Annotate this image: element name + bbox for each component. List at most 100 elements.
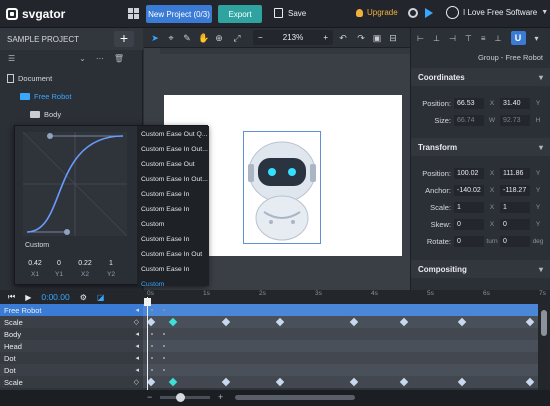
easing-preset-item[interactable]: Custom Ease In Out...	[141, 143, 209, 157]
timeline-track[interactable]	[143, 364, 538, 376]
add-keyframe-icon[interactable]: ◇	[134, 378, 139, 386]
horizontal-scrollbar[interactable]	[235, 395, 355, 400]
keyframe-dot[interactable]	[163, 369, 165, 371]
collapse-icon[interactable]: ⌄	[79, 54, 86, 63]
transform-position-x-input[interactable]: 100.02	[454, 168, 484, 179]
easing-preset-item[interactable]: Custom Ease Out Q...	[141, 128, 209, 142]
keyframe[interactable]	[146, 317, 156, 327]
keyframe-dot[interactable]	[151, 345, 153, 347]
anchor-x-input[interactable]: -140.02	[454, 185, 484, 196]
timeline-row-label[interactable]: Head ◂	[0, 340, 143, 352]
section-coordinates[interactable]: Coordinates ▾	[411, 68, 550, 86]
playhead[interactable]	[147, 297, 148, 390]
section-transform[interactable]: Transform ▾	[411, 138, 550, 156]
easing-preset-item[interactable]: Custom Ease In	[141, 233, 209, 247]
delete-icon[interactable]: 🗑	[114, 54, 124, 63]
timeline-row-label[interactable]: Scale ◇	[0, 316, 143, 328]
keyframe[interactable]	[399, 317, 409, 327]
size-w-input[interactable]: 66.74	[454, 115, 484, 126]
keyframe[interactable]	[221, 317, 231, 327]
group-icon[interactable]: ▣	[372, 33, 382, 43]
add-keyframe-icon[interactable]: ◇	[134, 318, 139, 326]
fit-screen-icon[interactable]: ⤢	[232, 33, 242, 43]
y2-value[interactable]: 1	[99, 260, 123, 267]
expand-arrow-icon[interactable]: ◂	[135, 366, 139, 374]
align-middle-icon[interactable]: ≡	[481, 34, 486, 43]
redo-icon[interactable]: ↷	[356, 33, 366, 43]
timeline-track[interactable]	[143, 328, 538, 340]
keyframe-dot[interactable]	[163, 309, 165, 311]
timeline-zoom-slider[interactable]	[160, 396, 210, 399]
playhead-handle[interactable]	[144, 298, 151, 306]
align-center-icon[interactable]: ⊥	[433, 34, 440, 43]
save-button[interactable]: Save	[274, 8, 306, 18]
easing-icon[interactable]: ◪	[97, 293, 105, 302]
robot-artwork[interactable]	[243, 131, 321, 244]
timeline-zoom-handle[interactable]	[176, 393, 185, 402]
expand-arrow-icon[interactable]: ◂	[135, 354, 139, 362]
expand-arrow-icon[interactable]: ◂	[135, 330, 139, 338]
new-project-button[interactable]: New Project (0/3)	[146, 5, 212, 23]
position-x-input[interactable]: 66.53	[454, 98, 484, 109]
keyframe[interactable]	[525, 317, 535, 327]
timeline-track[interactable]	[143, 340, 538, 352]
timeline-zoom-in-icon[interactable]: +	[218, 392, 223, 402]
x1-value[interactable]: 0.42	[23, 260, 47, 267]
timeline-settings-icon[interactable]: ⚙	[80, 293, 87, 302]
zoom-in-button[interactable]: +	[323, 33, 328, 42]
tree-item-free-robot[interactable]: Free Robot	[0, 88, 143, 104]
pen-tool-icon[interactable]: ✎	[182, 33, 192, 43]
easing-preset-item[interactable]: Custom	[141, 218, 209, 232]
timeline-track[interactable]	[143, 352, 538, 364]
keyframe-dot[interactable]	[151, 357, 153, 359]
position-y-input[interactable]: 31.40	[500, 98, 530, 109]
timeline-track[interactable]	[143, 376, 538, 388]
keyframe-dot[interactable]	[151, 333, 153, 335]
align-top-icon[interactable]: ⊤	[465, 34, 472, 43]
zoom-tool-icon[interactable]: ⊕	[214, 33, 224, 43]
easing-preset-item[interactable]: Custom Ease Out	[141, 158, 209, 172]
align-bottom-icon[interactable]: ⊥	[495, 34, 502, 43]
easing-preset-item[interactable]: Custom Ease In	[141, 263, 209, 277]
anchor-y-input[interactable]: -118.27	[500, 185, 530, 196]
keyframe-dot[interactable]	[151, 369, 153, 371]
bezier-curve-editor[interactable]	[22, 131, 128, 237]
keyframe[interactable]	[168, 377, 178, 387]
keyframe-dot[interactable]	[163, 333, 165, 335]
expand-arrow-icon[interactable]: ◂	[135, 306, 139, 314]
timeline-row-label[interactable]: Dot ◂	[0, 364, 143, 376]
skip-back-icon[interactable]: ⏮	[8, 292, 15, 302]
keyframe[interactable]	[146, 377, 156, 387]
keyframe[interactable]	[525, 377, 535, 387]
timeline-row-label[interactable]: Body ◂	[0, 328, 143, 340]
size-h-input[interactable]: 92.73	[500, 115, 530, 126]
easing-preset-item[interactable]: Custom Ease In	[141, 188, 209, 202]
play-icon[interactable]: ▶	[25, 293, 31, 302]
timeline-row-label[interactable]: Dot ◂	[0, 352, 143, 364]
timeline-row-label[interactable]: Free Robot ◂	[0, 304, 143, 316]
rotate-turn-input[interactable]: 0	[454, 236, 484, 247]
select-tool-icon[interactable]: ➤	[150, 33, 160, 43]
keyframe[interactable]	[457, 317, 467, 327]
add-element-button[interactable]: +	[114, 31, 134, 47]
upgrade-button[interactable]: Upgrade	[356, 8, 398, 17]
keyframe[interactable]	[349, 377, 359, 387]
easing-preset-item[interactable]: Custom Ease In Out	[141, 248, 209, 262]
curve-name[interactable]: Custom	[25, 242, 49, 249]
timeline-scrollbar[interactable]	[538, 304, 550, 390]
undo-icon[interactable]: ↶	[338, 33, 348, 43]
scale-x-input[interactable]: 1	[454, 202, 484, 213]
ungroup-icon[interactable]: ⊟	[388, 33, 398, 43]
expand-arrow-icon[interactable]: ◂	[135, 342, 139, 350]
section-compositing[interactable]: Compositing ▾	[411, 260, 550, 278]
timeline-row-label[interactable]: Scale ◇	[0, 376, 143, 388]
hand-tool-icon[interactable]: ✋	[198, 33, 209, 43]
timeline-track[interactable]	[143, 304, 538, 316]
preview-play-icon[interactable]	[425, 8, 433, 18]
align-right-icon[interactable]: ⊣	[449, 34, 456, 43]
export-button[interactable]: Export	[218, 5, 262, 23]
keyframe[interactable]	[399, 377, 409, 387]
skew-y-input[interactable]: 0	[500, 219, 530, 230]
options-icon[interactable]: ⋯	[96, 54, 104, 63]
keyframe[interactable]	[221, 377, 231, 387]
